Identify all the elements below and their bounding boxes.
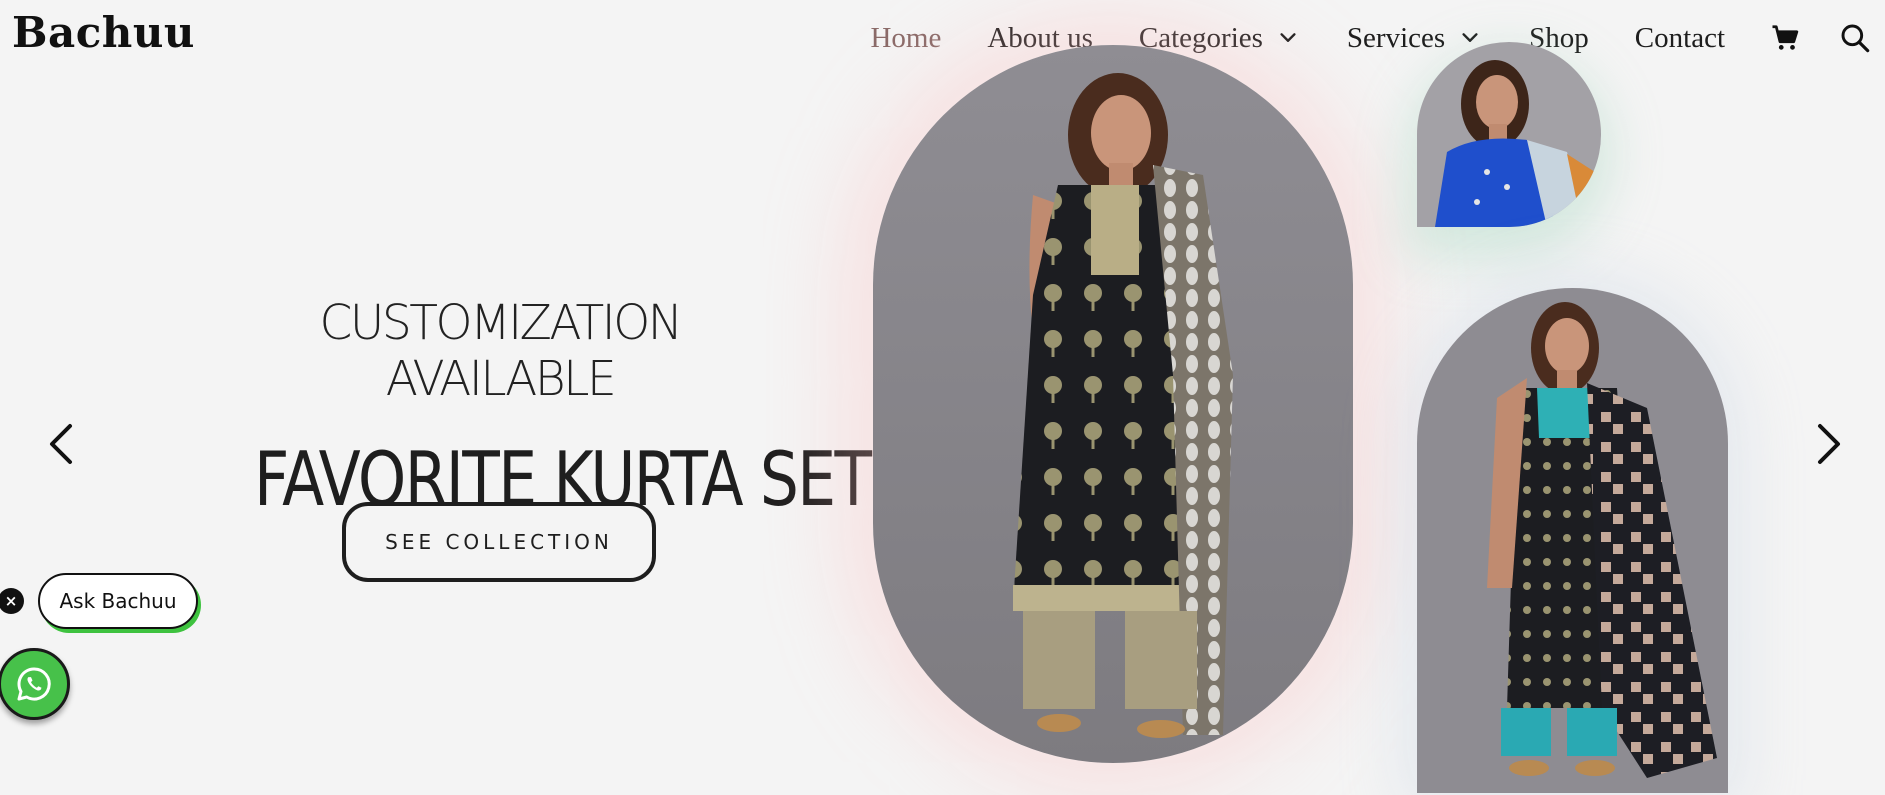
main-nav: Home About us Categories Services Shop C… — [870, 14, 1885, 62]
chevron-down-icon[interactable] — [1277, 27, 1299, 49]
hero-subtitle: CUSTOMIZATION AVAILABLE — [319, 295, 683, 407]
hero-secondary-image[interactable] — [1417, 288, 1728, 793]
whatsapp-icon — [17, 667, 51, 701]
nav-item-home[interactable]: Home — [870, 22, 941, 55]
chevron-down-icon[interactable] — [1459, 27, 1481, 49]
see-collection-button[interactable]: SEE COLLECTION — [342, 502, 656, 582]
hero-main-image[interactable] — [873, 45, 1353, 763]
hero-thumbnail-image[interactable] — [1417, 42, 1601, 227]
chevron-right-icon[interactable] — [1808, 420, 1848, 468]
nav-item-label: Home — [870, 21, 942, 54]
nav-item-services[interactable]: Services — [1347, 22, 1481, 55]
hero-text: CUSTOMIZATION AVAILABLE FAVORITE KURTA S… — [200, 295, 909, 523]
cart-icon[interactable] — [1767, 20, 1803, 56]
close-chat-button[interactable]: × — [0, 588, 24, 614]
nav-item-label: Contact — [1634, 21, 1725, 54]
brand-logo[interactable]: Bachuu — [12, 8, 195, 57]
nav-item-contact[interactable]: Contact — [1635, 22, 1725, 55]
whatsapp-button[interactable] — [0, 648, 70, 720]
chevron-left-icon[interactable] — [42, 420, 82, 468]
search-icon[interactable] — [1837, 20, 1873, 56]
ask-bachuu-button[interactable]: Ask Bachuu — [38, 573, 198, 629]
nav-item-label: Services — [1346, 21, 1446, 54]
